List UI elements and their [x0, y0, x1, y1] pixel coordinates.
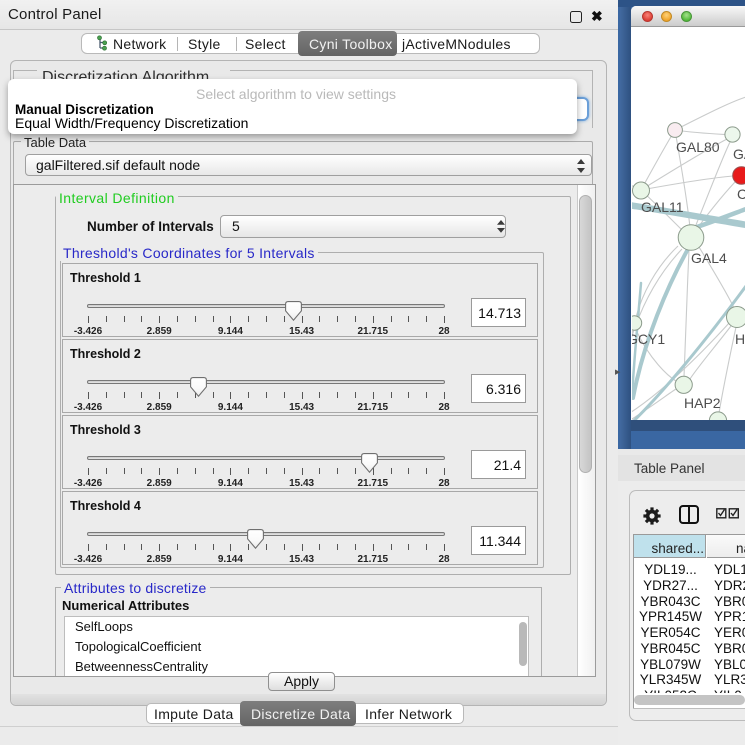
- svg-text:GAL80: GAL80: [676, 139, 720, 155]
- svg-text:GA: GA: [733, 146, 745, 162]
- svg-text:C: C: [737, 186, 745, 202]
- svg-text:GAL4: GAL4: [691, 250, 727, 266]
- svg-text:GCY1: GCY1: [632, 331, 665, 347]
- svg-text:GAL11: GAL11: [641, 199, 684, 215]
- svg-text:HAP2: HAP2: [684, 395, 721, 411]
- svg-text:H: H: [735, 331, 745, 347]
